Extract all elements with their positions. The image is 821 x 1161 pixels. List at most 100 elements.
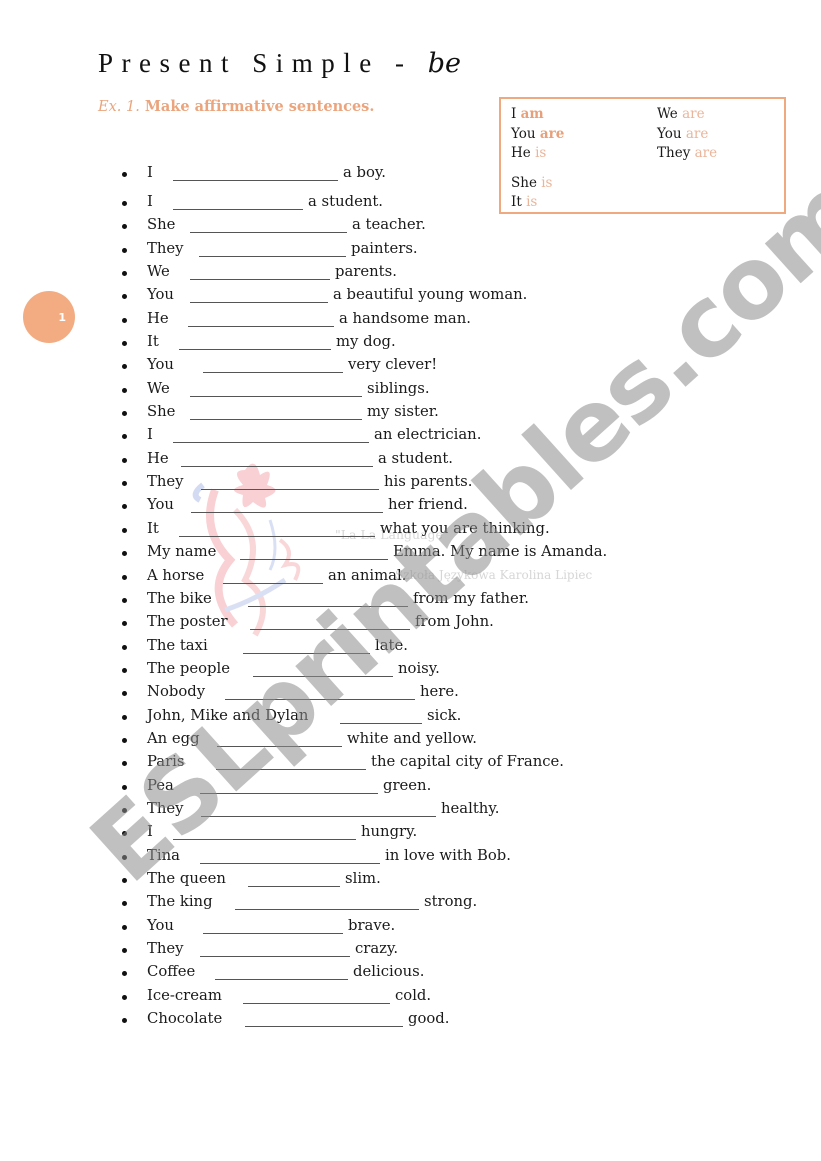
- sentence-rest: a teacher.: [352, 216, 426, 234]
- conjugation-row: She is: [511, 174, 564, 194]
- answer-blank[interactable]: [243, 987, 390, 1004]
- sentence-subject: You: [147, 916, 174, 934]
- verb-form: are: [682, 106, 705, 122]
- answer-blank[interactable]: [225, 683, 415, 701]
- bullet-icon: [122, 271, 127, 277]
- answer-blank[interactable]: [223, 567, 323, 584]
- answer-blank[interactable]: [191, 496, 383, 514]
- sentence-rest: a student.: [378, 449, 454, 467]
- verb-form: is: [535, 145, 547, 161]
- pronoun: We: [657, 106, 683, 122]
- sentence-subject: An egg: [147, 729, 200, 747]
- pronoun: You: [657, 125, 686, 142]
- bullet-icon: [122, 387, 127, 393]
- answer-blank[interactable]: [201, 473, 379, 491]
- sentence-rest: noisy.: [398, 659, 440, 677]
- sentence-rest: green.: [383, 776, 432, 794]
- answer-blank[interactable]: [179, 520, 375, 537]
- pronoun: They: [657, 145, 695, 161]
- sentence-subject: I: [147, 193, 153, 210]
- sentence-rest: an electrician.: [374, 426, 482, 444]
- sentence-rest: delicious.: [353, 963, 425, 981]
- bullet-icon: [122, 224, 127, 230]
- answer-blank[interactable]: [173, 193, 303, 210]
- sentence-subject: The bike: [147, 589, 212, 607]
- answer-blank[interactable]: [216, 753, 366, 771]
- sentence-subject: You: [147, 286, 174, 304]
- sentence-rest: white and yellow.: [347, 729, 477, 747]
- answer-blank[interactable]: [253, 660, 393, 677]
- sentence-subject: I: [147, 426, 153, 444]
- bullet-icon: [122, 527, 127, 533]
- answer-blank[interactable]: [179, 333, 331, 351]
- answer-blank[interactable]: [200, 847, 380, 864]
- title-main: Present Simple -: [98, 48, 428, 78]
- sentence-rest: parents.: [335, 263, 397, 281]
- sentence-rest: siblings.: [367, 379, 430, 397]
- sentence-subject: You: [147, 356, 174, 374]
- conjugation-box: I am You are He is She is It is We are You ar…: [499, 97, 786, 214]
- sentence-rest: his parents.: [384, 473, 473, 491]
- bullet-icon: [122, 551, 127, 557]
- conjugation-plural: We are You are They are: [657, 105, 717, 164]
- bullet-icon: [122, 667, 127, 673]
- answer-blank[interactable]: [199, 240, 346, 257]
- answer-blank[interactable]: [190, 403, 362, 421]
- answer-blank[interactable]: [190, 286, 328, 304]
- bullet-icon: [122, 784, 127, 790]
- sentence-rest: her friend.: [388, 496, 468, 514]
- sentence-rest: in love with Bob.: [385, 846, 511, 864]
- answer-blank[interactable]: [173, 164, 338, 181]
- bullet-icon: [122, 364, 127, 370]
- sentence-rest: a beautiful young woman.: [333, 286, 528, 304]
- sentence-subject: We: [147, 379, 170, 397]
- answer-blank[interactable]: [173, 426, 369, 444]
- sentence-subject: She: [147, 216, 176, 234]
- sentence-subject: The people: [147, 659, 230, 677]
- answer-blank[interactable]: [250, 613, 410, 631]
- bullet-icon: [122, 831, 127, 837]
- sentence-rest: hungry.: [361, 823, 418, 841]
- answer-blank[interactable]: [248, 870, 340, 887]
- answer-blank[interactable]: [217, 730, 342, 747]
- answer-blank[interactable]: [188, 310, 334, 327]
- answer-blank[interactable]: [245, 1010, 403, 1028]
- instruction-text: Make affirmative sentences.: [139, 98, 375, 115]
- conjugation-row: I am: [511, 105, 564, 125]
- sentence-subject: They: [147, 799, 184, 817]
- answer-blank[interactable]: [181, 450, 373, 467]
- sentence-subject: You: [147, 496, 174, 514]
- answer-blank[interactable]: [240, 543, 388, 561]
- answer-blank[interactable]: [200, 777, 378, 794]
- answer-blank[interactable]: [248, 590, 408, 607]
- sentence-subject: I: [147, 823, 153, 841]
- exercise-number: Ex. 1.: [98, 99, 140, 115]
- bullet-icon: [122, 294, 127, 300]
- sentence-subject: Ice-cream: [147, 986, 222, 1004]
- answer-blank[interactable]: [190, 216, 347, 234]
- answer-blank[interactable]: [201, 800, 436, 817]
- bullet-icon: [122, 644, 127, 650]
- verb-form: am: [520, 106, 544, 122]
- sentence-rest: what you are thinking.: [380, 519, 550, 537]
- sentence-subject: A horse: [147, 566, 205, 584]
- sentence-subject: They: [147, 239, 184, 257]
- bullet-icon: [122, 807, 127, 813]
- answer-blank[interactable]: [190, 263, 330, 281]
- answer-blank[interactable]: [235, 893, 419, 911]
- answer-blank[interactable]: [243, 637, 370, 654]
- sentence-rest: from my father.: [413, 589, 529, 607]
- answer-blank[interactable]: [203, 917, 343, 934]
- answer-blank[interactable]: [200, 940, 350, 957]
- answer-blank[interactable]: [215, 963, 348, 981]
- answer-blank[interactable]: [190, 380, 362, 397]
- bullet-icon: [122, 994, 127, 1000]
- bullet-icon: [122, 597, 127, 603]
- answer-blank[interactable]: [340, 707, 422, 724]
- answer-blank[interactable]: [203, 356, 343, 374]
- pronoun: It: [511, 194, 527, 210]
- page-title: Present Simple - be: [98, 48, 461, 79]
- answer-blank[interactable]: [173, 823, 356, 841]
- bullet-icon: [122, 948, 127, 953]
- bullet-icon: [122, 737, 127, 743]
